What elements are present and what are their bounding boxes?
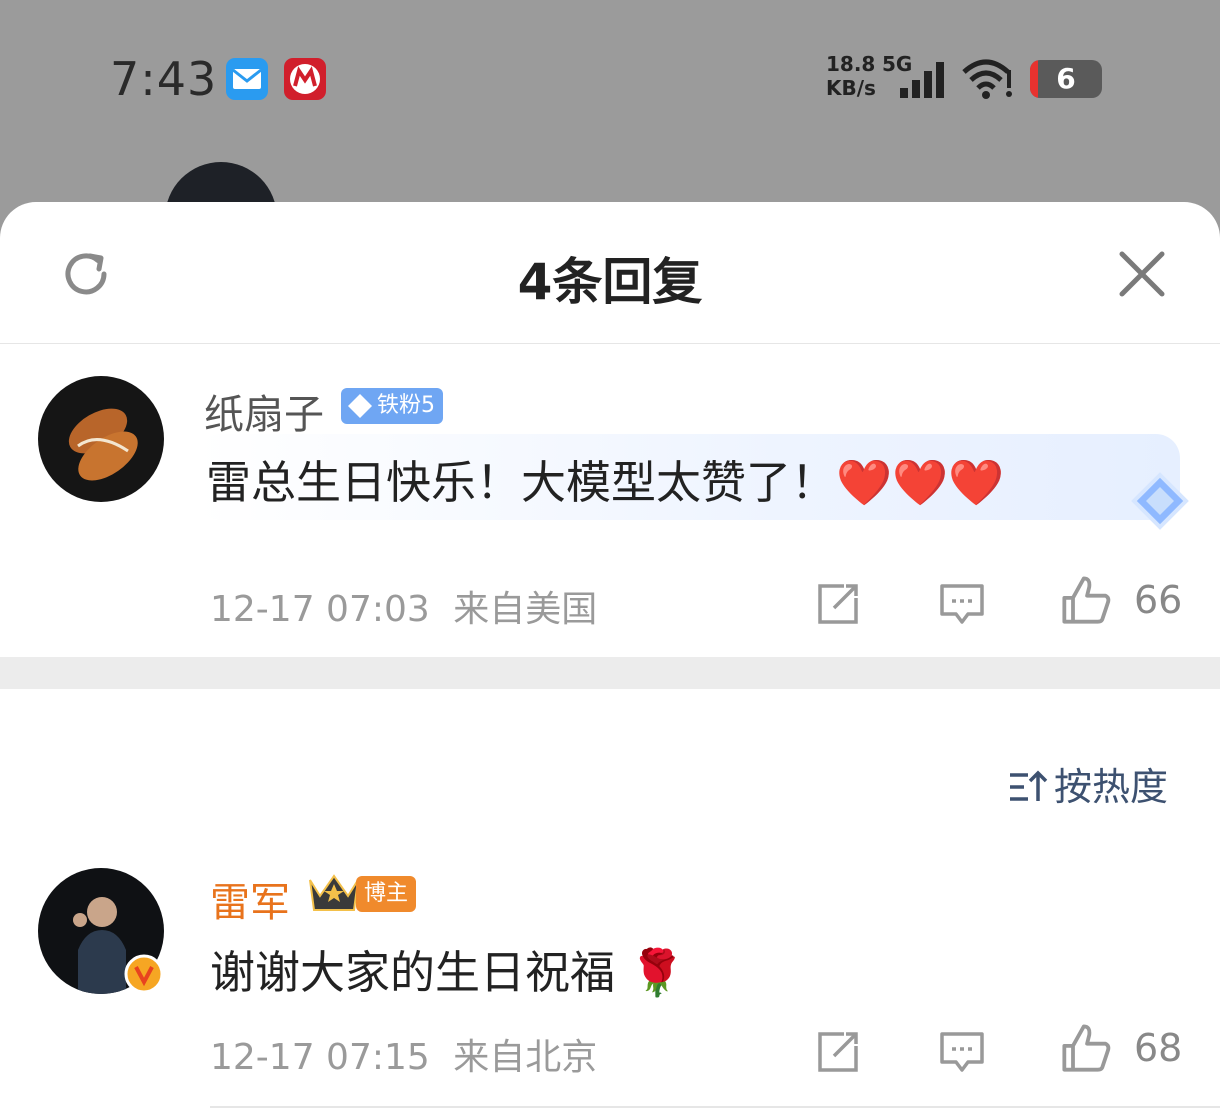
sort-by-hot-button[interactable]: 按热度 (1008, 756, 1168, 811)
section-divider (0, 657, 1220, 689)
comment-icon[interactable] (938, 580, 986, 628)
battery-icon: 6 (1030, 60, 1102, 98)
comment-text: 雷总生日快乐！大模型太赞了！❤️❤️❤️ (206, 456, 1005, 509)
avatar[interactable] (38, 376, 164, 502)
net-speed-value: 18.8 (826, 52, 876, 76)
badge-label: 博主 (364, 881, 409, 906)
sheet-header: 4条回复 (0, 202, 1220, 344)
sheet-title: 4条回复 (517, 253, 703, 311)
sort-icon (1010, 770, 1048, 801)
comment-icon[interactable] (938, 1028, 986, 1076)
sort-label: 按热度 (1054, 765, 1169, 809)
net-speed-unit: KB/s (826, 76, 876, 100)
verified-badge-icon (124, 954, 164, 994)
close-icon[interactable] (1116, 248, 1168, 300)
divider (210, 1106, 1220, 1108)
status-time: 7:43 (110, 52, 218, 106)
replies-sheet: 4条回复 纸扇子 铁粉5 雷总生日快乐！大模型太赞了！❤️❤️❤️ 12-17 … (0, 202, 1220, 1111)
repost-icon[interactable] (814, 1028, 862, 1076)
repost-icon[interactable] (814, 580, 862, 628)
comment-date: 12-17 07:03 (210, 589, 430, 630)
comment-meta: 12-17 07:15 来自北京 (210, 1028, 597, 1080)
bank-app-icon (284, 58, 326, 100)
comment-meta: 12-17 07:03 来自美国 (210, 580, 597, 632)
diamond-icon (348, 394, 372, 418)
username[interactable]: 纸扇子 (204, 382, 324, 440)
signal-icon (900, 62, 944, 98)
diamond-decoration-icon (1131, 472, 1189, 530)
username[interactable]: 雷军 (210, 870, 290, 928)
like-icon[interactable] (1060, 1022, 1112, 1074)
reply-item: 雷军 博主 谢谢大家的生日祝福 🌹 12-17 07:15 来自北京 68 (0, 866, 1220, 1106)
comment-date: 12-17 07:15 (210, 1037, 430, 1078)
comment-text: 谢谢大家的生日祝福 🌹 (210, 946, 686, 999)
comment-location: 来自美国 (453, 589, 598, 630)
like-count: 66 (1134, 578, 1183, 622)
crown-icon (309, 874, 359, 911)
blogger-badge: 博主 (356, 876, 417, 912)
comment-location: 来自北京 (453, 1037, 598, 1078)
badge-label: 铁粉5 (377, 393, 435, 418)
root-comment: 纸扇子 铁粉5 雷总生日快乐！大模型太赞了！❤️❤️❤️ 12-17 07:03… (0, 374, 1220, 664)
net-speed: 18.8 KB/s (826, 52, 876, 100)
mail-icon (226, 58, 268, 100)
status-bar: 7:43 18.8 KB/s 5G 6 (0, 0, 1220, 150)
fan-badge: 铁粉5 (341, 388, 443, 424)
wifi-icon (962, 59, 1012, 99)
battery-level: 6 (1056, 62, 1076, 95)
like-count: 68 (1134, 1026, 1183, 1070)
like-icon[interactable] (1060, 574, 1112, 626)
